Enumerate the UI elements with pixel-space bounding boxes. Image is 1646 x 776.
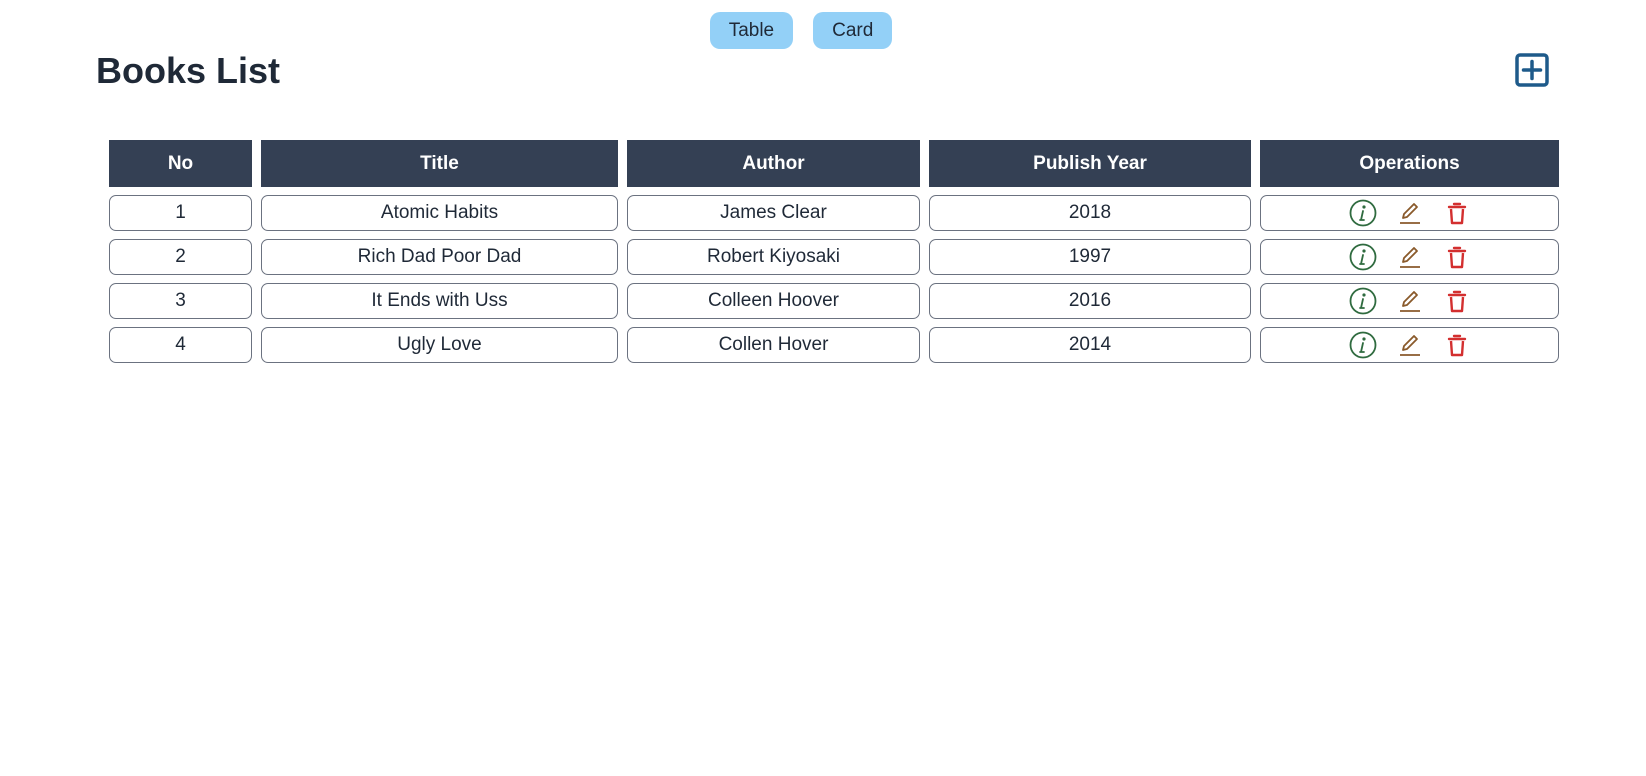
cell-publish-year: 2016 [929,283,1251,319]
cell-no: 2 [109,239,252,275]
delete-trash-icon[interactable] [1443,199,1471,227]
header-author: Author [627,140,920,187]
table-row: 2 Rich Dad Poor Dad Robert Kiyosaki 1997 [109,239,1559,275]
cell-author: Collen Hover [627,327,920,363]
edit-pencil-icon[interactable] [1396,331,1424,359]
table-header-row: No Title Author Publish Year Operations [109,140,1559,187]
cell-operations [1260,195,1559,231]
cell-title: Atomic Habits [261,195,618,231]
cell-author: Robert Kiyosaki [627,239,920,275]
cell-operations [1260,283,1559,319]
info-circle-icon[interactable] [1349,287,1377,315]
table-row: 3 It Ends with Uss Colleen Hoover 2016 [109,283,1559,319]
info-circle-icon[interactable] [1349,243,1377,271]
page-title: Books List [96,50,281,91]
info-circle-icon[interactable] [1349,331,1377,359]
delete-trash-icon[interactable] [1443,331,1471,359]
cell-author: James Clear [627,195,920,231]
cell-publish-year: 1997 [929,239,1251,275]
header-operations: Operations [1260,140,1559,187]
header-publish-year: Publish Year [929,140,1251,187]
table-view-button[interactable]: Table [709,12,794,49]
books-table: No Title Author Publish Year Operations … [100,132,1568,371]
edit-pencil-icon[interactable] [1396,243,1424,271]
card-view-button[interactable]: Card [813,12,893,49]
table-row: 1 Atomic Habits James Clear 2018 [109,195,1559,231]
info-circle-icon[interactable] [1349,199,1377,227]
cell-operations [1260,327,1559,363]
cell-operations [1260,239,1559,275]
edit-pencil-icon[interactable] [1396,199,1424,227]
cell-title: Ugly Love [261,327,618,363]
cell-no: 3 [109,283,252,319]
cell-publish-year: 2018 [929,195,1251,231]
header-no: No [109,140,252,187]
cell-no: 1 [109,195,252,231]
cell-author: Colleen Hoover [627,283,920,319]
table-row: 4 Ugly Love Collen Hover 2014 [109,327,1559,363]
delete-trash-icon[interactable] [1443,287,1471,315]
header-title: Title [261,140,618,187]
cell-no: 4 [109,327,252,363]
delete-trash-icon[interactable] [1443,243,1471,271]
cell-publish-year: 2014 [929,327,1251,363]
cell-title: It Ends with Uss [261,283,618,319]
plus-square-icon [1515,53,1549,87]
edit-pencil-icon[interactable] [1396,287,1424,315]
cell-title: Rich Dad Poor Dad [261,239,618,275]
view-toggle: Table Card [0,12,1646,49]
add-book-button[interactable] [1515,53,1549,87]
